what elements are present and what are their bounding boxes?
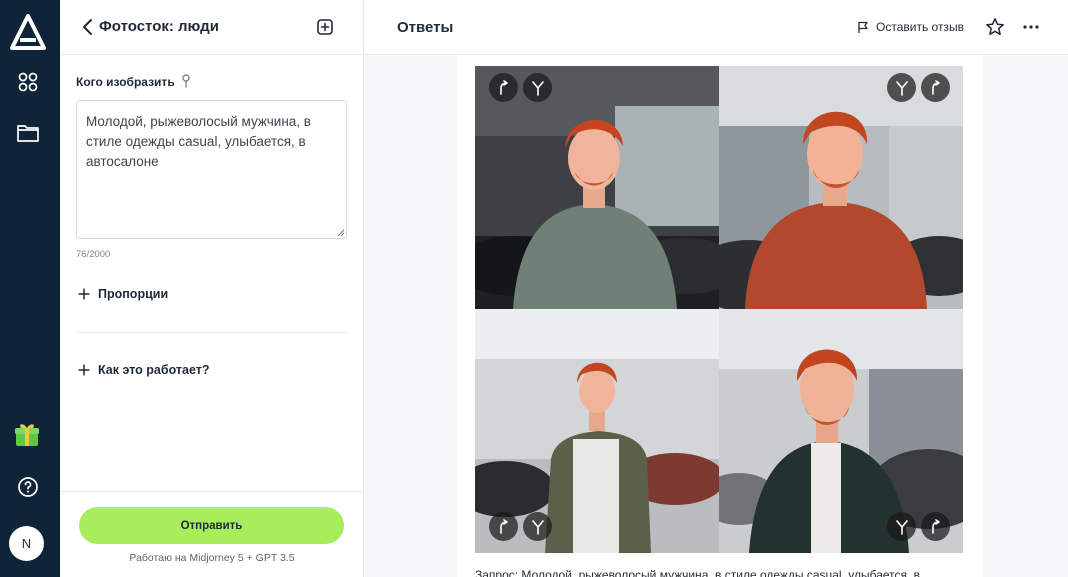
answer-card: Запрос: Молодой, рыжеволосый мужчина, в … xyxy=(457,55,983,577)
how-it-works-expander[interactable]: Как это работает? xyxy=(78,363,210,377)
field-label: Кого изобразить xyxy=(76,75,175,89)
generated-image-3[interactable] xyxy=(475,309,719,553)
prompt-input[interactable]: Молодой, рыжеволосый мужчина, в стиле од… xyxy=(76,100,347,239)
char-count: 76/2000 xyxy=(76,249,111,260)
variation-button[interactable] xyxy=(523,512,552,541)
how-it-works-label: Как это работает? xyxy=(98,363,210,377)
resize-grip-icon[interactable] xyxy=(336,228,345,237)
feedback-button[interactable]: Оставить отзыв xyxy=(857,20,964,34)
variation-icon xyxy=(531,80,544,96)
apps-grid-icon[interactable] xyxy=(16,70,40,94)
proportions-expander[interactable]: Пропорции xyxy=(78,287,168,301)
app-rail: N xyxy=(0,0,60,577)
star-icon[interactable] xyxy=(985,17,1005,37)
send-button[interactable]: Отправить xyxy=(79,507,344,544)
upscale-icon xyxy=(499,518,508,534)
variation-icon xyxy=(895,80,908,96)
help-icon[interactable] xyxy=(16,475,40,499)
logo-icon[interactable] xyxy=(10,14,46,50)
photo-image xyxy=(719,66,963,309)
chevron-left-icon[interactable] xyxy=(80,18,96,36)
variation-button[interactable] xyxy=(523,73,552,102)
feedback-label: Оставить отзыв xyxy=(876,20,964,34)
image-grid xyxy=(475,66,963,553)
upscale-icon xyxy=(931,79,940,95)
upscale-icon xyxy=(931,518,940,534)
panel-footer: Отправить Работаю на Midjorney 5 + GPT 3… xyxy=(60,491,364,577)
pin-icon[interactable] xyxy=(180,74,192,88)
add-square-icon[interactable] xyxy=(316,18,334,36)
generated-image-2[interactable] xyxy=(719,66,963,309)
photo-image xyxy=(475,66,719,309)
query-text: Запрос: Молодой, рыжеволосый мужчина, в … xyxy=(475,568,921,577)
more-icon[interactable] xyxy=(1023,25,1039,29)
variation-button[interactable] xyxy=(887,512,916,541)
page-title: Ответы xyxy=(397,19,454,36)
generated-image-1[interactable] xyxy=(475,66,719,309)
proportions-label: Пропорции xyxy=(98,287,169,301)
panel-title: Фотосток: люди xyxy=(99,18,219,35)
upscale-button[interactable] xyxy=(921,512,950,541)
avatar[interactable]: N xyxy=(9,526,44,561)
plus-icon xyxy=(78,288,90,300)
folder-icon[interactable] xyxy=(16,121,40,145)
main-header: Ответы Оставить отзыв xyxy=(365,0,1068,55)
tool-panel: Фотосток: люди Кого изобразить Молодой, … xyxy=(60,0,364,577)
panel-header: Фотосток: люди xyxy=(60,0,364,55)
upscale-button[interactable] xyxy=(921,73,950,102)
variation-icon xyxy=(531,519,544,535)
flag-icon xyxy=(858,21,868,33)
upscale-button[interactable] xyxy=(489,512,518,541)
upscale-icon xyxy=(499,79,508,95)
upscale-button[interactable] xyxy=(489,73,518,102)
generated-image-4[interactable] xyxy=(719,309,963,553)
plus-icon xyxy=(78,364,90,376)
variation-button[interactable] xyxy=(887,73,916,102)
engine-note: Работаю на Midjorney 5 + GPT 3.5 xyxy=(129,552,295,564)
gift-icon[interactable] xyxy=(13,420,41,448)
divider xyxy=(76,332,347,333)
variation-icon xyxy=(895,519,908,535)
answers-area: Ответы Оставить отзыв Запрос: Молодой, р… xyxy=(365,0,1068,577)
